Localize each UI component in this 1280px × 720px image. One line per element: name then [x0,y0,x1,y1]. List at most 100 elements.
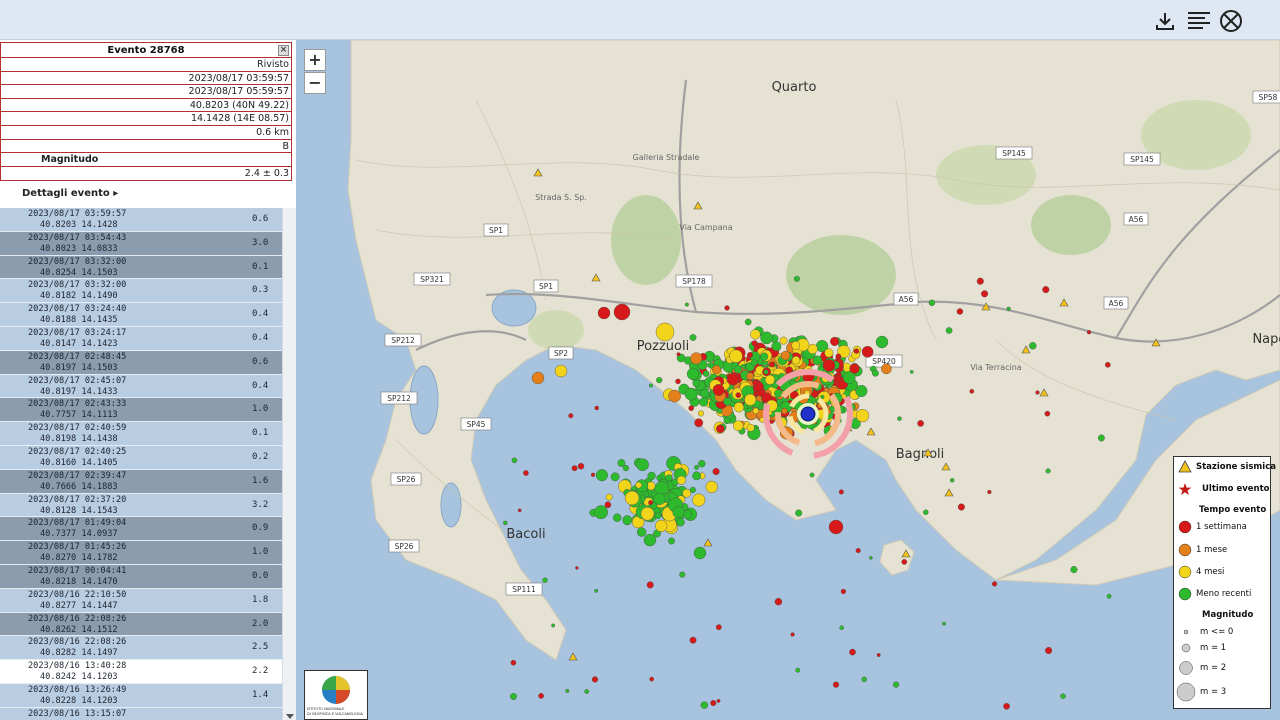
event-mag: 1.4 [252,689,269,700]
earthquake-marker [760,352,769,361]
earthquake-marker [791,341,801,350]
event-mag: 0.9 [252,523,269,534]
event-list-item[interactable]: 2023/08/17 02:37:20 40.8128 14.1543 3.2 [0,493,282,518]
event-coords: 40.8128 14.1543 [40,505,118,516]
event-list-item[interactable]: 2023/08/16 13:15:0740.8242 14.1203 [0,707,282,720]
legend-m0: m <= 0 [1200,627,1234,637]
logo-text-1: ISTITUTO NAZIONALE [307,707,345,711]
earthquake-marker [698,460,706,468]
event-list-item[interactable]: 2023/08/16 22:08:26 40.8282 14.1497 2.5 [0,636,282,661]
earthquake-marker [656,474,662,481]
event-coords: 40.7666 14.1883 [40,481,118,492]
station-legend-icon [1178,460,1192,473]
event-mag: 0.4 [252,380,269,391]
event-list-item[interactable]: 2023/08/17 03:32:00 40.8182 14.1490 0.3 [0,279,282,304]
earthquake-marker [769,361,775,368]
event-coords: 40.8147 14.1423 [40,338,118,349]
place-label: Via Terracina [970,363,1021,372]
place-label: Galleria Stradale [633,153,700,162]
event-list-scrollbar[interactable] [282,208,296,720]
earthquake-marker [624,490,640,506]
earthquake-marker [945,327,953,334]
earthquake-marker [1003,703,1010,710]
road-sign-label: SP26 [395,542,414,551]
earthquake-marker [795,667,801,673]
legend-time-title: Tempo evento [1199,505,1267,515]
list-icon[interactable] [1186,8,1212,34]
event-list-item[interactable]: 2023/08/17 02:40:25 40.8160 14.1405 0.2 [0,445,282,470]
zoom-in-button[interactable]: + [304,49,326,71]
event-list-item[interactable]: 2023/08/17 02:40:59 40.8198 14.1438 0.1 [0,422,282,446]
earthquake-marker [1042,286,1050,294]
event-list-item[interactable]: 2023/08/17 01:49:04 40.7377 14.0937 0.9 [0,517,282,542]
earthquake-marker [668,537,675,545]
event-details-link[interactable]: Dettagli evento ▸ [22,188,118,199]
seismic-map[interactable]: Quarto Pozzuoli Bagnoli Bacoli Napoli Via Ter… [296,40,1280,720]
earthquake-marker [690,352,703,365]
event-list-item[interactable]: 2023/08/17 01:45:26 40.8270 14.1782 1.0 [0,541,282,565]
earthquake-marker [724,305,730,311]
event-list-item[interactable]: 2023/08/17 02:48:45 40.8197 14.1503 0.6 [0,350,282,375]
earthquake-marker [699,397,709,407]
earthquake-marker [692,493,706,507]
event-status: Rivisto [1,58,291,72]
earthquake-marker [771,341,782,352]
event-list-item[interactable]: 2023/08/16 13:40:28 40.8242 14.1203 2.2 [0,660,282,684]
event-list-item[interactable]: 2023/08/16 13:26:49 40.8228 14.1203 1.4 [0,683,282,708]
event-list-item[interactable]: 2023/08/17 02:39:47 40.7666 14.1883 1.6 [0,469,282,494]
road-sign-label: A56 [1109,299,1124,308]
m1-legend-icon [1181,643,1191,653]
earthquake-marker [688,405,695,411]
earthquake-marker [750,329,761,340]
earthquake-marker [668,389,681,403]
event-list-item[interactable]: 2023/08/17 00:04:41 40.8218 14.1470 0.0 [0,564,282,589]
road-sign-label: A56 [1129,215,1144,224]
earthquake-marker [923,509,929,515]
map-canvas[interactable]: Quarto Pozzuoli Bagnoli Bacoli Napoli Via Ter… [296,40,1280,720]
earthquake-marker [712,468,720,476]
earthquake-marker [1045,647,1053,655]
earthquake-marker [692,379,701,388]
event-list-item[interactable]: 2023/08/17 03:24:17 40.8147 14.1423 0.4 [0,326,282,351]
event-coords: 40.8282 14.1497 [40,648,118,659]
zoom-out-button[interactable]: − [304,72,326,94]
event-list-item[interactable]: 2023/08/17 03:59:57 40.8203 14.1428 0.6 [0,208,282,232]
close-icon[interactable]: × [278,45,289,56]
cancel-icon[interactable] [1218,8,1244,34]
earthquake-marker [635,481,642,489]
event-title-bar: Evento 28768 × [1,43,291,58]
road-sign-label: SP26 [397,475,416,484]
earthquake-marker [733,420,744,431]
event-list-item[interactable]: 2023/08/17 03:24:40 40.8188 14.1435 0.4 [0,303,282,327]
event-mag: 0.3 [252,285,269,296]
earthquake-marker [795,509,803,517]
earthquake-marker [746,423,755,432]
event-list-item[interactable]: 2023/08/17 02:43:33 40.7757 14.1113 1.0 [0,398,282,423]
event-list-item[interactable]: 2023/08/16 22:08:26 40.8262 14.1512 2.0 [0,612,282,637]
earthquake-marker [676,352,681,357]
download-icon[interactable] [1152,8,1178,34]
event-magnitude: 2.4 ± 0.3 [244,167,289,179]
event-list-item[interactable]: 2023/08/17 03:54:43 40.8023 14.0833 3.0 [0,231,282,256]
earthquake-marker [715,624,722,631]
earthquake-marker [689,636,697,644]
earthquake-marker [853,348,860,354]
earthquake-marker [1105,361,1111,368]
event-mag: 1.8 [252,594,269,605]
event-list-item[interactable]: 2023/08/17 02:45:07 40.8197 14.1433 0.4 [0,374,282,399]
event-time: 2023/08/17 02:40:25 [28,446,127,457]
earthquake-marker [901,559,908,565]
legend-older: Meno recenti [1196,589,1252,599]
place-label: Bacoli [506,527,545,542]
event-list-item[interactable]: 2023/08/17 03:32:00 40.8254 14.1503 0.1 [0,255,282,280]
earthquake-marker [613,303,631,321]
earthquake-marker [590,472,596,477]
event-mag: 0.6 [252,214,269,224]
earthquake-marker [702,370,710,378]
road-sign-label: SP178 [682,277,706,286]
event-list-item[interactable]: 2023/08/16 22:10:50 40.8277 14.1447 1.8 [0,588,282,613]
road-sign-label: SP1 [489,226,503,235]
earthquake-marker [875,335,889,349]
event-time: 2023/08/17 03:24:40 [28,304,127,315]
event-mag: 3.2 [252,499,269,510]
